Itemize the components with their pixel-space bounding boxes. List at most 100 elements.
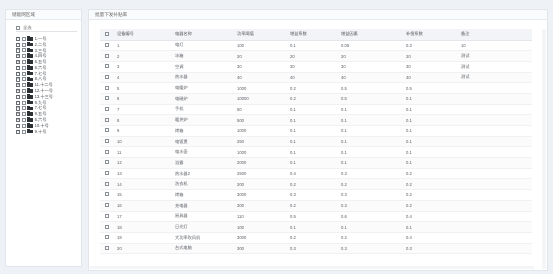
row-checkbox[interactable]: [104, 149, 109, 154]
row-checkbox[interactable]: [104, 245, 109, 250]
table-row[interactable]: 7 手机 50 0.1 0.1 0.1: [100, 104, 532, 116]
tree-item[interactable]: +9.十号: [16, 129, 77, 135]
table-row[interactable]: 2 冰箱 20 20 20 20 测试: [100, 50, 532, 62]
row-checkbox[interactable]: [104, 235, 109, 240]
expand-plus-icon[interactable]: +: [16, 54, 21, 59]
expand-plus-icon[interactable]: +: [16, 129, 21, 134]
row-select-cell[interactable]: [100, 221, 113, 233]
expand-plus-icon[interactable]: +: [16, 106, 21, 111]
table-row[interactable]: 14 洗衣机 200 0.2 0.2 0.2: [100, 178, 532, 191]
table-row[interactable]: 9 烤箱 1000 0.1 0.1 0.1: [100, 125, 532, 137]
horizontal-scrollbar[interactable]: [90, 266, 534, 269]
row-select-cell[interactable]: [100, 243, 113, 255]
expand-plus-icon[interactable]: +: [16, 83, 21, 88]
row-select-cell[interactable]: [100, 168, 113, 180]
expand-plus-icon[interactable]: +: [16, 71, 21, 76]
expand-plus-icon[interactable]: +: [16, 89, 21, 94]
row-checkbox[interactable]: [104, 160, 109, 165]
row-select-cell[interactable]: [100, 200, 113, 212]
row-checkbox[interactable]: [104, 128, 109, 133]
tree-item-checkbox[interactable]: [21, 118, 26, 123]
expand-plus-icon[interactable]: +: [16, 77, 21, 82]
table-row[interactable]: 10 电饭煲 250 0.1 0.1 0.1: [100, 136, 532, 148]
tree-item-checkbox[interactable]: [21, 48, 26, 53]
tree-item-checkbox[interactable]: [21, 36, 26, 41]
row-checkbox[interactable]: [104, 64, 109, 69]
table-row[interactable]: 19 大功率吹风机 3000 0.2 0.2 0.4: [100, 232, 532, 244]
row-checkbox[interactable]: [104, 85, 109, 90]
table-row[interactable]: 20 台式电脑 300 0.3 0.3 0.3: [100, 243, 532, 255]
tree-item-checkbox[interactable]: [21, 54, 26, 59]
row-checkbox[interactable]: [104, 96, 109, 101]
table-row[interactable]: 12 浴霸 2000 0.1 0.1 0.1: [100, 157, 532, 169]
expand-plus-icon[interactable]: +: [16, 123, 21, 128]
tree-item-checkbox[interactable]: [21, 112, 26, 117]
table-row[interactable]: 8 暖烘炉 500 0.1 0.1 0.1: [100, 114, 532, 126]
table-row[interactable]: 3 空调 30 30 30 30 测试: [100, 61, 532, 73]
row-checkbox[interactable]: [104, 117, 109, 122]
tree-item-checkbox[interactable]: [21, 71, 26, 76]
tree-item-checkbox[interactable]: [21, 77, 26, 82]
expand-plus-icon[interactable]: +: [16, 112, 21, 117]
row-checkbox[interactable]: [104, 171, 109, 176]
table-row[interactable]: 1 电灯 100 0.1 0.05 0.3 10: [100, 40, 532, 52]
row-select-cell[interactable]: [100, 189, 113, 201]
row-checkbox[interactable]: [104, 203, 109, 208]
row-checkbox[interactable]: [104, 213, 109, 218]
tree-item-checkbox[interactable]: [21, 42, 26, 47]
header-select-all[interactable]: [100, 29, 113, 41]
tree-item-checkbox[interactable]: [21, 123, 26, 128]
tree-item-checkbox[interactable]: [21, 100, 26, 105]
row-select-cell[interactable]: [100, 211, 113, 223]
tree-item-checkbox[interactable]: [21, 83, 26, 88]
row-select-cell[interactable]: [100, 72, 113, 84]
table-row[interactable]: 4 热水器 40 40 40 40 测试: [100, 72, 532, 84]
header-checkbox[interactable]: [104, 31, 109, 36]
row-select-cell[interactable]: [100, 178, 113, 191]
table-row[interactable]: 5 电暖炉 1000 0.2 0.5 0.5: [100, 82, 532, 94]
expand-plus-icon[interactable]: +: [16, 118, 21, 123]
table-row[interactable]: 16 充电器 300 0.2 0.3 0.2: [100, 200, 532, 212]
expand-plus-icon[interactable]: +: [16, 42, 21, 47]
row-select-cell[interactable]: [100, 104, 113, 116]
row-select-cell[interactable]: [100, 82, 113, 94]
expand-plus-icon[interactable]: +: [16, 65, 21, 70]
expand-plus-icon[interactable]: +: [16, 48, 21, 53]
row-checkbox[interactable]: [104, 139, 109, 144]
tree-item-checkbox[interactable]: [21, 89, 26, 94]
expand-plus-icon[interactable]: +: [16, 100, 21, 105]
select-all-checkbox[interactable]: [16, 25, 20, 30]
row-select-cell[interactable]: [100, 146, 113, 159]
row-select-cell[interactable]: [100, 125, 113, 137]
table-row[interactable]: 6 电磁炉 10000 0.2 0.5 0.1: [100, 93, 532, 105]
row-checkbox[interactable]: [104, 42, 109, 47]
table-row[interactable]: 15 烤箱 3000 0.3 0.3 0.2: [100, 189, 532, 201]
row-checkbox[interactable]: [104, 74, 109, 79]
table-row[interactable]: 17 厨具器 110 0.5 0.6 0.4: [100, 211, 532, 223]
table-row[interactable]: 11 电水壶 1000 0.1 0.1 0.1: [100, 146, 532, 159]
row-select-cell[interactable]: [100, 61, 113, 73]
expand-plus-icon[interactable]: +: [16, 94, 21, 99]
table-row[interactable]: 13 热水器2 2500 0.4 0.3 0.2: [100, 168, 532, 180]
tree-item-checkbox[interactable]: [21, 94, 26, 99]
row-checkbox[interactable]: [104, 106, 109, 111]
row-checkbox[interactable]: [104, 53, 109, 58]
row-select-cell[interactable]: [100, 136, 113, 148]
tree-item-checkbox[interactable]: [21, 106, 26, 111]
row-select-cell[interactable]: [100, 157, 113, 169]
row-checkbox[interactable]: [104, 224, 109, 229]
vertical-scrollbar[interactable]: [542, 29, 546, 269]
row-select-cell[interactable]: [100, 232, 113, 244]
row-select-cell[interactable]: [100, 93, 113, 105]
expand-plus-icon[interactable]: +: [16, 60, 21, 65]
row-checkbox[interactable]: [104, 181, 109, 186]
tree-item-checkbox[interactable]: [21, 129, 26, 134]
expand-plus-icon[interactable]: +: [16, 37, 21, 41]
tree-item-checkbox[interactable]: [21, 60, 26, 65]
row-select-cell[interactable]: [100, 40, 113, 52]
tree-select-all[interactable]: 全选: [16, 24, 77, 32]
table-row[interactable]: 18 日光灯 100 0.1 0.1 0.1: [100, 221, 532, 233]
row-checkbox[interactable]: [104, 192, 109, 197]
row-select-cell[interactable]: [100, 114, 113, 126]
tree-item-checkbox[interactable]: [21, 65, 26, 70]
